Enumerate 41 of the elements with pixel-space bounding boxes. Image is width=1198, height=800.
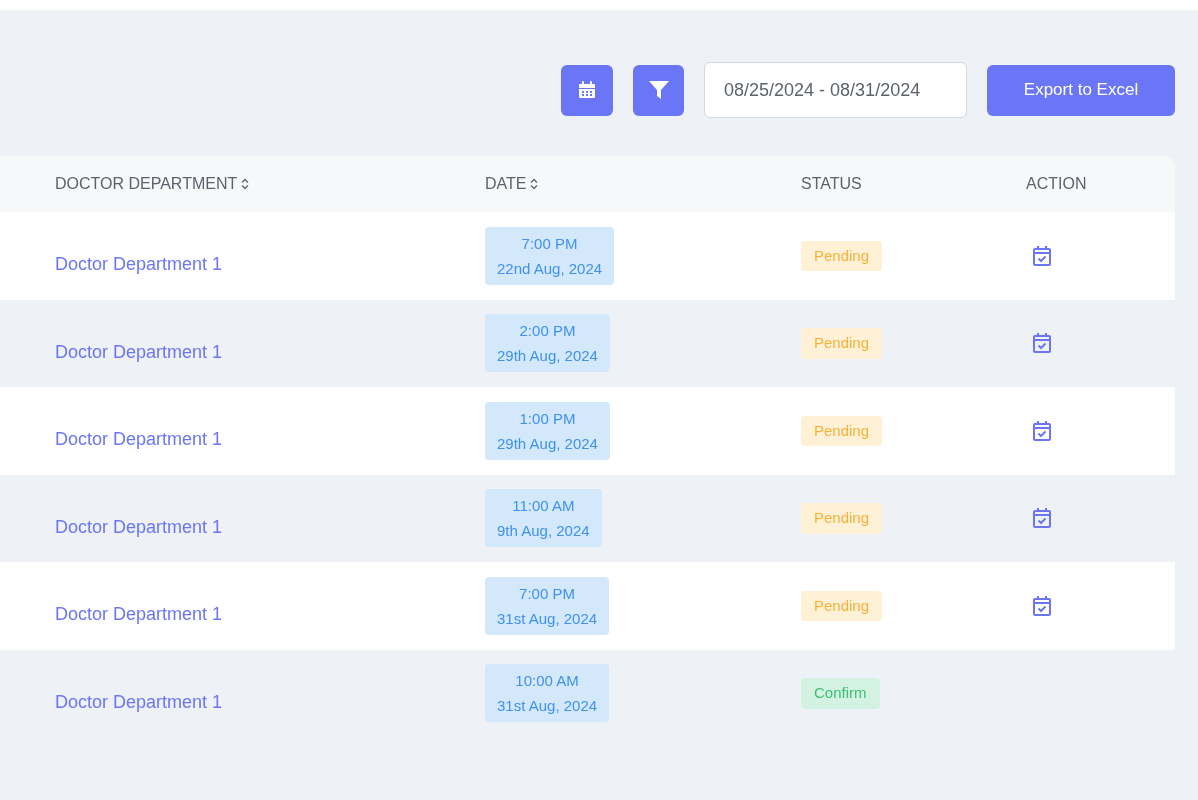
calendar-check-icon[interactable]: [1032, 507, 1052, 530]
sort-icon[interactable]: [241, 178, 250, 190]
date-text: 9th Aug, 2024: [497, 521, 590, 542]
column-header[interactable]: DATE: [485, 172, 539, 196]
time-text: 11:00 AM: [512, 496, 575, 517]
date-range-field[interactable]: 08/25/2024 - 08/31/2024: [704, 62, 967, 118]
calendar-button[interactable]: [561, 64, 613, 116]
export-button[interactable]: Export to Excel: [987, 64, 1175, 116]
date-text: 22nd Aug, 2024: [497, 258, 603, 279]
department-link[interactable]: Doctor Department 1: [55, 604, 223, 625]
column-header: ACTION: [1026, 174, 1087, 194]
status-badge: Confirm: [801, 678, 880, 709]
time-text: 10:00 AM: [515, 671, 579, 692]
calendar-check-icon[interactable]: [1032, 244, 1052, 267]
filter-button[interactable]: [633, 64, 684, 116]
time-text: 7:00 PM: [521, 233, 578, 254]
date-text: 29th Aug, 2024: [497, 346, 598, 367]
calendar-check-icon[interactable]: [1032, 594, 1052, 617]
time-text: 7:00 PM: [519, 583, 575, 604]
column-header[interactable]: DOCTOR DEPARTMENT: [55, 172, 250, 196]
filter-icon: [647, 80, 670, 100]
status-badge: Pending: [801, 240, 883, 271]
calendar-check-icon[interactable]: [1032, 419, 1052, 442]
column-header: STATUS: [801, 174, 862, 194]
status-badge: Pending: [801, 328, 883, 359]
department-link[interactable]: Doctor Department 1: [55, 341, 223, 362]
time-text: 2:00 PM: [519, 321, 576, 342]
sort-icon[interactable]: [530, 178, 539, 190]
calendar-check-icon[interactable]: [1032, 332, 1052, 355]
time-text: 1:00 PM: [519, 408, 576, 429]
status-badge: Pending: [801, 590, 883, 621]
calendar-icon: [577, 80, 597, 100]
department-link[interactable]: Doctor Department 1: [55, 254, 223, 275]
status-badge: Pending: [801, 415, 883, 446]
date-text: 29th Aug, 2024: [497, 433, 598, 454]
department-link[interactable]: Doctor Department 1: [55, 429, 223, 450]
department-link[interactable]: Doctor Department 1: [55, 691, 223, 712]
date-text: 31st Aug, 2024: [497, 608, 598, 629]
department-link[interactable]: Doctor Department 1: [55, 516, 223, 537]
date-text: 31st Aug, 2024: [497, 696, 598, 717]
status-badge: Pending: [801, 503, 883, 534]
